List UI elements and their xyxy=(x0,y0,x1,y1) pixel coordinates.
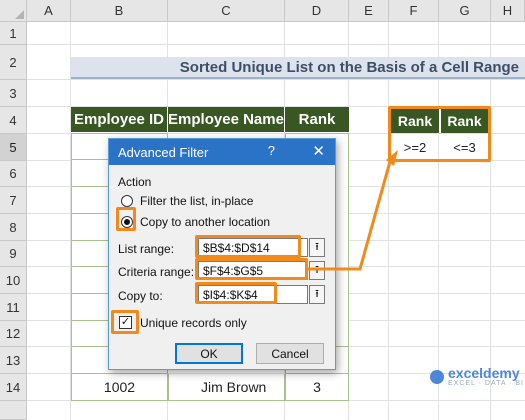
row-header-4[interactable]: 4 xyxy=(0,107,27,134)
table-cell-id[interactable]: 1002 xyxy=(71,374,168,401)
gridline xyxy=(438,22,439,420)
unique-records-label[interactable]: Unique records only xyxy=(140,316,247,330)
header-employee-name[interactable]: Employee Name xyxy=(168,107,285,132)
header-rank[interactable]: Rank xyxy=(285,107,349,132)
gridline xyxy=(490,22,491,420)
row-header-2[interactable]: 2 xyxy=(0,45,27,80)
list-range-label: List range: xyxy=(118,242,175,256)
dialog-titlebar[interactable]: Advanced Filter ? ✕ xyxy=(109,139,335,165)
criteria-range-highlight-box xyxy=(195,258,308,280)
row-header-10[interactable]: 10 xyxy=(0,267,27,294)
help-icon[interactable]: ? xyxy=(268,143,275,158)
criteria-range-picker-icon[interactable]: ⭱ xyxy=(309,261,325,280)
copy-to-label: Copy to: xyxy=(118,289,163,303)
column-header-g[interactable]: G xyxy=(439,0,491,22)
row-header-8[interactable]: 8 xyxy=(0,214,27,241)
criteria-range-highlight xyxy=(388,106,491,162)
row-header-14[interactable]: 14 xyxy=(0,374,27,401)
list-range-picker-icon[interactable]: ⭱ xyxy=(309,238,325,257)
sheet-title: Sorted Unique List on the Basis of a Cel… xyxy=(179,59,519,76)
dialog-title: Advanced Filter xyxy=(118,144,209,160)
watermark: exceldemy EXCEL · DATA · BI xyxy=(430,366,524,387)
column-header-a[interactable]: A xyxy=(27,0,71,22)
gridline xyxy=(388,22,389,420)
row-header-11[interactable]: 11 xyxy=(0,294,27,321)
criteria-range-label: Criteria range: xyxy=(118,265,195,279)
row-header-1[interactable]: 1 xyxy=(0,22,27,45)
row-header-15[interactable] xyxy=(0,401,27,420)
unique-records-highlight xyxy=(111,310,139,334)
select-all-corner[interactable] xyxy=(0,0,27,22)
radio-highlight xyxy=(116,207,136,231)
column-header-d[interactable]: D xyxy=(285,0,349,22)
column-header-h[interactable]: H xyxy=(491,0,525,22)
header-employee-id[interactable]: Employee ID xyxy=(71,107,168,132)
row-header-5[interactable]: 5 xyxy=(0,134,27,161)
copy-to-picker-icon[interactable]: ⭱ xyxy=(309,285,325,304)
list-range-highlight xyxy=(195,235,301,258)
action-group-label: Action xyxy=(118,175,152,189)
column-header-c[interactable]: C xyxy=(168,0,285,22)
radio-filter-in-place[interactable] xyxy=(121,195,133,207)
row-header-9[interactable]: 9 xyxy=(0,241,27,267)
table-cell-rank[interactable]: 3 xyxy=(285,374,349,401)
gridline xyxy=(27,44,525,45)
row-header-13[interactable]: 13 xyxy=(0,347,27,374)
exceldemy-logo-icon xyxy=(430,369,444,384)
radio-filter-in-place-label[interactable]: Filter the list, in-place xyxy=(140,194,253,208)
ok-button[interactable]: OK xyxy=(175,343,243,364)
row-header-7[interactable]: 7 xyxy=(0,187,27,214)
column-header-f[interactable]: F xyxy=(389,0,439,22)
copy-to-highlight xyxy=(195,282,277,304)
row-header-6[interactable]: 6 xyxy=(0,161,27,187)
watermark-name: exceldemy xyxy=(448,365,520,381)
table-cell-name[interactable]: Jim Brown xyxy=(168,374,285,401)
gridline xyxy=(27,79,525,80)
column-header-e[interactable]: E xyxy=(349,0,389,22)
row-header-12[interactable]: 12 xyxy=(0,321,27,347)
row-header-3[interactable]: 3 xyxy=(0,80,27,107)
radio-copy-to-location-label[interactable]: Copy to another location xyxy=(140,215,270,229)
watermark-sub: EXCEL · DATA · BI xyxy=(448,380,524,387)
cancel-button[interactable]: Cancel xyxy=(256,343,324,364)
column-header-b[interactable]: B xyxy=(71,0,168,22)
close-icon[interactable]: ✕ xyxy=(312,142,325,160)
sheet-title-cell[interactable]: Sorted Unique List on the Basis of a Cel… xyxy=(71,57,525,79)
